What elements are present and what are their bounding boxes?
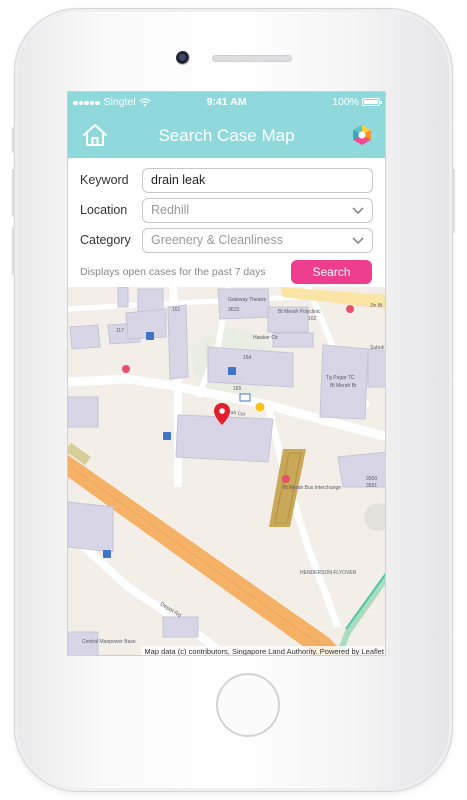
category-select[interactable]: Greenery & Cleanliness: [142, 227, 373, 253]
label-bt-merah-bus-interchange: Bt Merah Bus Interchange: [283, 485, 341, 491]
status-right: 100%: [332, 96, 382, 108]
bus-icon: [282, 475, 290, 483]
label-117: 117: [116, 328, 124, 334]
map-canvas[interactable]: Gateway Theatre 3615 Bt Merah Polyclinic…: [68, 287, 386, 656]
label-gateway-theatre: Gateway Theatre: [228, 297, 266, 303]
search-button[interactable]: Search: [291, 260, 372, 284]
label-central-manpower-base: Central Manpower Base: [82, 639, 136, 645]
keyword-label: Keyword: [80, 173, 129, 187]
category-value: Greenery & Cleanliness: [151, 233, 284, 247]
label-164: 164: [243, 355, 252, 361]
building-164-165: [207, 346, 294, 388]
building-3615: [217, 288, 271, 320]
post-office-icon: [239, 393, 251, 402]
chevron-down-icon: [352, 206, 364, 214]
search-form: Keyword Location Redhill Category Greene…: [68, 158, 385, 287]
category-label: Category: [80, 233, 131, 247]
building-161: [167, 304, 189, 380]
location-row: Location Redhill: [80, 195, 373, 225]
label-bt-merah-br: Bt Merah Br: [330, 383, 357, 389]
label-bt-merah-polyclinic: Bt Merah Polyclinic: [278, 309, 321, 315]
volume-down-button: [12, 227, 15, 275]
keyword-row: Keyword: [80, 165, 373, 195]
building: [69, 324, 101, 350]
search-row: Displays open cases for the past 7 days …: [80, 257, 373, 287]
label-161: 161: [172, 307, 181, 313]
food-icon: [122, 365, 130, 373]
earpiece-speaker: [212, 55, 292, 62]
battery-percent: 100%: [332, 96, 359, 108]
keyword-input[interactable]: [151, 173, 372, 187]
label-tg-pagar-tc: Tg Pagar TC: [326, 375, 355, 381]
building-tg-pagar-tc: [319, 344, 369, 420]
building-subuk: [367, 348, 385, 388]
building-3500: [337, 451, 385, 488]
label-3500: 3500: [366, 476, 377, 482]
food-icon: [346, 305, 354, 313]
parking-icon: [228, 367, 236, 375]
building: [117, 287, 129, 308]
power-button: [452, 169, 455, 233]
category-row: Category Greenery & Cleanliness: [80, 225, 373, 255]
label-subuk: Subuk: [370, 345, 385, 351]
chevron-down-icon: [352, 236, 364, 244]
label-162: 162: [308, 316, 317, 322]
page-title: Search Case Map: [158, 126, 295, 145]
parking-icon: [163, 432, 171, 440]
label-henderson-flyover: HENDERSON FLYOVER: [300, 570, 357, 576]
marker-dot: [219, 408, 225, 414]
volume-up-button: [12, 169, 15, 217]
building-hawker-ctr: [272, 332, 314, 348]
label-3501: 3501: [366, 483, 377, 489]
info-text: Displays open cases for the past 7 days: [80, 266, 266, 278]
label-165: 165: [233, 386, 242, 392]
status-bar: Singtel 9:41 AM 100%: [68, 92, 385, 112]
parking-icon: [146, 332, 154, 340]
keyword-field[interactable]: [142, 167, 373, 193]
home-button[interactable]: [216, 673, 280, 737]
building: [68, 396, 99, 428]
building: [162, 616, 199, 638]
front-camera: [176, 51, 190, 65]
battery-icon: [362, 98, 382, 106]
case-map[interactable]: Gateway Theatre 3615 Bt Merah Polyclinic…: [68, 287, 386, 656]
app-logo-icon: [353, 125, 371, 145]
label-hawker-ctr: Hawker Ctr: [253, 335, 278, 341]
building: [68, 501, 114, 553]
nav-bar: Search Case Map: [68, 112, 385, 158]
location-value: Redhill: [151, 203, 190, 217]
location-select[interactable]: Redhill: [142, 197, 373, 223]
label-3615: 3615: [228, 307, 239, 313]
smiley-icon: [255, 402, 265, 412]
label-jln-bt: Jln Bt: [370, 303, 383, 309]
location-label: Location: [80, 203, 128, 217]
mute-switch: [12, 127, 15, 153]
map-attribution: Map data (c) contributors, Singapore Lan…: [141, 646, 385, 655]
app-screen: Singtel 9:41 AM 100% Search Case Map Key…: [67, 91, 386, 656]
parking-icon: [103, 550, 111, 558]
